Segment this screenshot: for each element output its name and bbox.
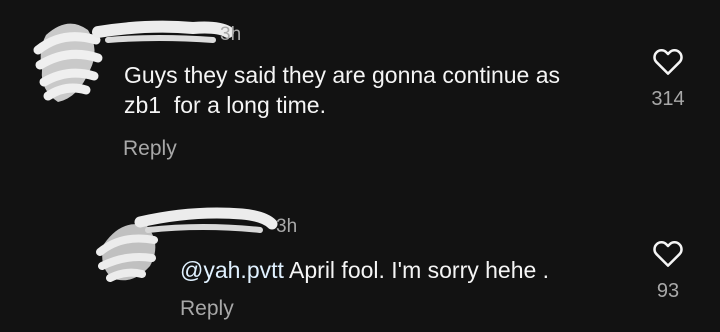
reply-item: 3h @yah.pvtt April fool. I'm sorry hehe … [0, 180, 720, 332]
comment-time: 3h [276, 216, 298, 237]
reply-button[interactable]: Reply [123, 137, 177, 161]
like-group: 314 [638, 46, 698, 111]
comment-text: @yah.pvtt April fool. I'm sorry hehe . [180, 255, 549, 285]
like-count: 314 [651, 88, 685, 110]
comment-item: 3h Guys they said they are gonna continu… [0, 0, 720, 180]
heart-outline-icon[interactable] [652, 46, 684, 76]
reply-button[interactable]: Reply [180, 297, 234, 321]
comment-text: Guys they said they are gonna continue a… [124, 62, 561, 118]
mention-link[interactable]: @yah.pvtt [180, 257, 284, 283]
heart-outline-icon[interactable] [652, 238, 684, 268]
like-group: 93 [638, 238, 698, 303]
comment-body: April fool. I'm sorry hehe . [283, 257, 550, 283]
like-count: 93 [656, 280, 680, 302]
comment-time: 3h [220, 24, 242, 45]
